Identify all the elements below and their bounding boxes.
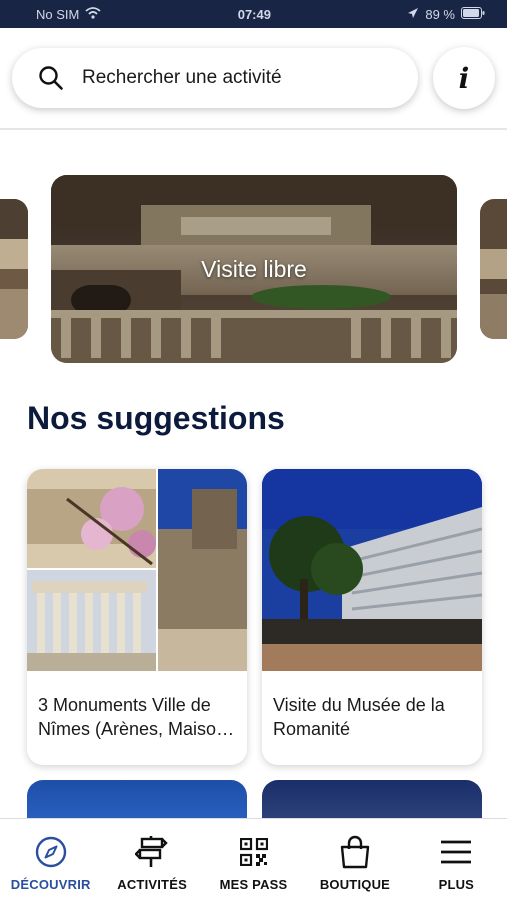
status-left: No SIM xyxy=(36,7,101,22)
tab-label: PLUS xyxy=(438,877,475,892)
menu-icon xyxy=(439,835,473,869)
compass-icon xyxy=(34,835,68,869)
tab-activites[interactable]: ACTIVITÉS xyxy=(101,819,202,900)
tab-label: BOUTIQUE xyxy=(319,877,391,892)
info-button[interactable]: i xyxy=(433,47,495,109)
info-icon: i xyxy=(458,61,470,95)
carousel-card-label: Visite libre xyxy=(201,255,307,282)
search-icon xyxy=(38,65,64,91)
tab-decouvrir[interactable]: DÉCOUVRIR xyxy=(0,819,101,900)
card-photo-musee-romanite xyxy=(262,469,482,671)
qr-code-icon xyxy=(237,835,271,869)
featured-carousel[interactable]: Visite libre xyxy=(0,175,507,363)
tab-label: DÉCOUVRIR xyxy=(10,877,91,892)
carousel-card-next[interactable] xyxy=(480,199,507,339)
search-header: Rechercher une activité i xyxy=(0,28,507,130)
suggestions-title: Nos suggestions xyxy=(27,400,285,436)
suggestion-card[interactable]: Visite du Musée de la Romanité xyxy=(262,469,482,765)
carousel-card-visite-libre[interactable]: Visite libre xyxy=(51,175,457,363)
tab-label: MES PASS xyxy=(219,877,288,892)
location-icon xyxy=(407,7,419,22)
signpost-icon xyxy=(135,835,169,869)
tab-mes-pass[interactable]: MES PASS xyxy=(203,819,304,900)
card-title: 3 Monuments Ville de Nîmes (Arènes, Mais… xyxy=(38,695,227,739)
tab-plus[interactable]: PLUS xyxy=(406,819,507,900)
tab-boutique[interactable]: BOUTIQUE xyxy=(304,819,405,900)
battery-text: 89 % xyxy=(425,6,455,22)
card-photo-monuments xyxy=(27,469,247,671)
status-bar: No SIM 07:49 89 % xyxy=(0,0,507,28)
search-placeholder: Rechercher une activité xyxy=(82,67,282,88)
suggestion-card[interactable]: 3 Monuments Ville de Nîmes (Arènes, Mais… xyxy=(27,469,247,765)
status-time: 07:49 xyxy=(237,6,271,22)
bottom-tab-bar: DÉCOUVRIR ACTIVITÉS MES PASS BOUTIQUE PL… xyxy=(0,818,507,900)
carrier-text: No SIM xyxy=(36,6,80,22)
tab-label: ACTIVITÉS xyxy=(117,877,187,892)
card-title: Visite du Musée de la Romanité xyxy=(273,695,445,739)
battery-icon xyxy=(460,6,485,22)
shopping-bag-icon xyxy=(338,835,372,869)
status-right: 89 % xyxy=(407,6,485,22)
search-input[interactable]: Rechercher une activité xyxy=(12,48,418,108)
wifi-icon xyxy=(85,6,101,22)
carousel-card-previous[interactable] xyxy=(0,199,28,339)
